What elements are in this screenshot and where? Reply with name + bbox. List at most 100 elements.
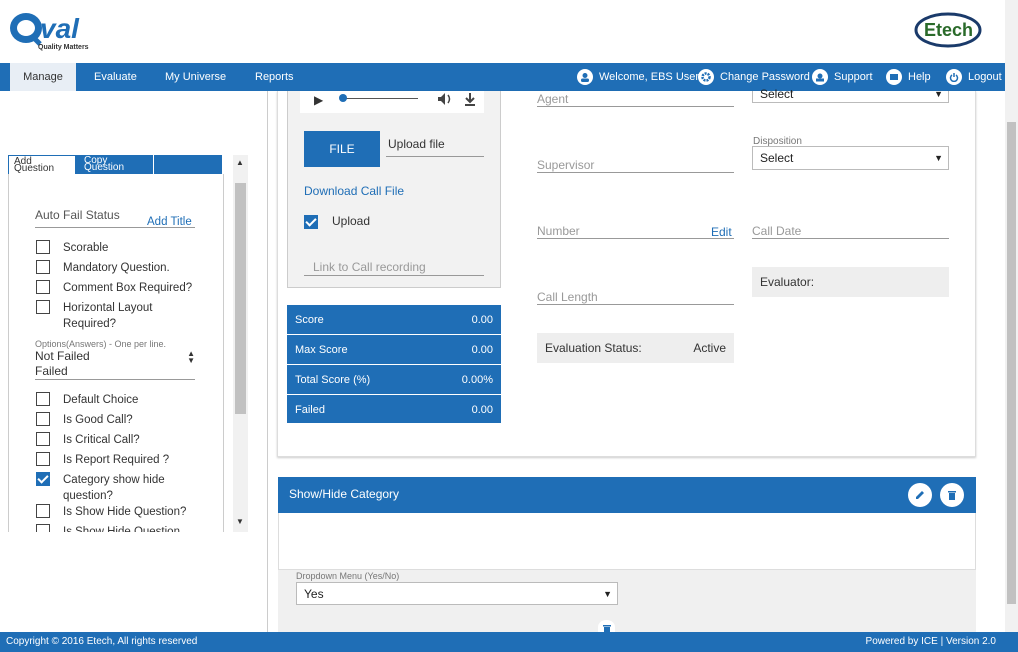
panel-divider [267,91,268,632]
option-line: Failed [35,364,68,378]
audio-progress-handle[interactable] [339,94,347,102]
number-field[interactable]: Number [537,223,734,239]
evaluation-status-value: Active [693,341,726,355]
logo-tagline: Quality Matters [38,44,89,51]
svg-text:val: val [40,13,80,44]
volume-icon[interactable] [437,92,453,109]
download-call-file-link[interactable]: Download Call File [304,184,404,198]
tab-copy-question[interactable]: Copy Question [78,155,154,174]
help-label: Help [908,71,931,83]
nav-manage[interactable]: Manage [10,63,76,91]
scorable-checkbox[interactable] [36,240,50,254]
audio-player[interactable]: ▶ [300,91,484,113]
evaluation-status-box: Evaluation Status: Active [537,333,734,363]
audio-progress-track[interactable] [342,98,418,99]
edit-category-button[interactable] [908,483,932,507]
change-password-link[interactable]: Change Password [698,63,810,91]
app-header: val Quality Matters Etech [0,0,1018,63]
logout-label: Logout [968,71,1002,83]
failed-label: Failed [295,404,325,416]
page-scrollbar-thumb[interactable] [1007,122,1016,604]
good-call-label: Is Good Call? [63,414,133,426]
call-date-field[interactable]: Call Date [752,223,949,239]
evaluator-label: Evaluator: [760,275,815,289]
max-score-value: 0.00 [471,344,493,356]
edit-number-link[interactable]: Edit [711,225,732,239]
top-select[interactable]: Select [752,88,949,103]
welcome-label: Welcome, EBS User [599,71,700,83]
horizontal-layout-checkbox[interactable] [36,300,50,314]
failed-value: 0.00 [471,404,493,416]
horizontal-layout-label: Horizontal Layout Required? [63,302,153,330]
main-navbar: Manage Evaluate My Universe Reports Welc… [0,63,1005,91]
total-score-value: 0.00% [461,374,493,386]
nav-evaluate[interactable]: Evaluate [94,63,137,91]
question-editor: Auto Fail Status Add Title Scorable Mand… [8,174,224,532]
show-hide-question-label: Is Show Hide Question? [63,506,187,518]
qeval-logo[interactable]: val Quality Matters [6,6,96,56]
gear-icon [698,69,714,85]
logout-link[interactable]: Logout [946,63,1002,91]
welcome-user[interactable]: Welcome, EBS User [577,63,699,91]
evaluator-box: Evaluator: [752,267,949,297]
nav-my-universe[interactable]: My Universe [165,63,226,91]
comment-box-checkbox[interactable] [36,280,50,294]
critical-call-checkbox[interactable] [36,432,50,446]
delete-category-button[interactable] [940,483,964,507]
play-icon[interactable]: ▶ [314,93,323,107]
textarea-spinner-icon[interactable]: ▲ ▼ [187,350,195,365]
score-value: 0.00 [471,314,493,326]
report-required-checkbox[interactable] [36,452,50,466]
trash-icon [948,491,956,500]
call-recording-link-input[interactable]: Link to Call recording [304,258,484,276]
evaluation-status-label: Evaluation Status: [545,341,642,355]
power-icon [946,69,962,85]
failed-row: Failed 0.00 [287,395,501,425]
show-hide-question-checkbox[interactable] [36,504,50,518]
option-line: Not Failed [35,349,90,363]
show-hide-question-2-checkbox[interactable] [36,524,50,532]
mandatory-label: Mandatory Question. [63,262,170,274]
add-title-link[interactable]: Add Title [147,214,192,230]
etech-logo: Etech [912,10,986,50]
report-required-label: Is Report Required ? [63,454,170,466]
scorable-label: Scorable [63,242,109,254]
category-show-hide-checkbox[interactable] [36,472,50,486]
tab-add-question[interactable]: Add Question [8,155,75,174]
user-icon [577,69,593,85]
call-length-field[interactable]: Call Length [537,289,734,305]
download-icon[interactable] [464,92,476,109]
left-scrollbar-thumb[interactable] [235,183,246,414]
supervisor-field[interactable]: Supervisor [537,157,734,173]
agent-field[interactable]: Agent [537,91,734,107]
mandatory-checkbox[interactable] [36,260,50,274]
upload-checkbox[interactable] [304,215,318,229]
default-choice-checkbox[interactable] [36,392,50,406]
scroll-down-icon[interactable]: ▼ [236,517,244,526]
show-hide-question-2-label: Is Show Hide Question [63,526,180,532]
category-header: Show/Hide Category [278,477,976,513]
comment-box-label: Comment Box Required? [63,282,193,294]
total-score-row: Total Score (%) 0.00% [287,365,501,395]
max-score-label: Max Score [295,344,348,356]
disposition-select[interactable]: Select [752,146,949,170]
version-text: Powered by ICE | Version 2.0 [865,636,996,647]
left-panel-scrollbar[interactable]: ▲ ▼ [233,155,248,532]
default-choice-label: Default Choice [63,394,139,406]
page-scrollbar[interactable] [1005,0,1018,632]
total-score-label: Total Score (%) [295,374,371,386]
yes-no-dropdown[interactable]: Yes [296,582,618,605]
nav-reports[interactable]: Reports [255,63,294,91]
options-textarea[interactable]: Not Failed Failed ▲ ▼ [35,349,195,380]
help-link[interactable]: Help [886,63,931,91]
scroll-up-icon[interactable]: ▲ [236,158,244,167]
svg-text:Etech: Etech [924,20,973,40]
copyright-text: Copyright © 2016 Etech, All rights reser… [6,636,198,647]
support-link[interactable]: Support [812,63,873,91]
upload-file-input[interactable]: Upload file [386,131,484,157]
score-row: Score 0.00 [287,305,501,335]
good-call-checkbox[interactable] [36,412,50,426]
file-button[interactable]: FILE [304,131,380,167]
category-show-hide-label: Category show hide question? [63,474,165,502]
auto-fail-status-label: Auto Fail Status [35,208,120,222]
